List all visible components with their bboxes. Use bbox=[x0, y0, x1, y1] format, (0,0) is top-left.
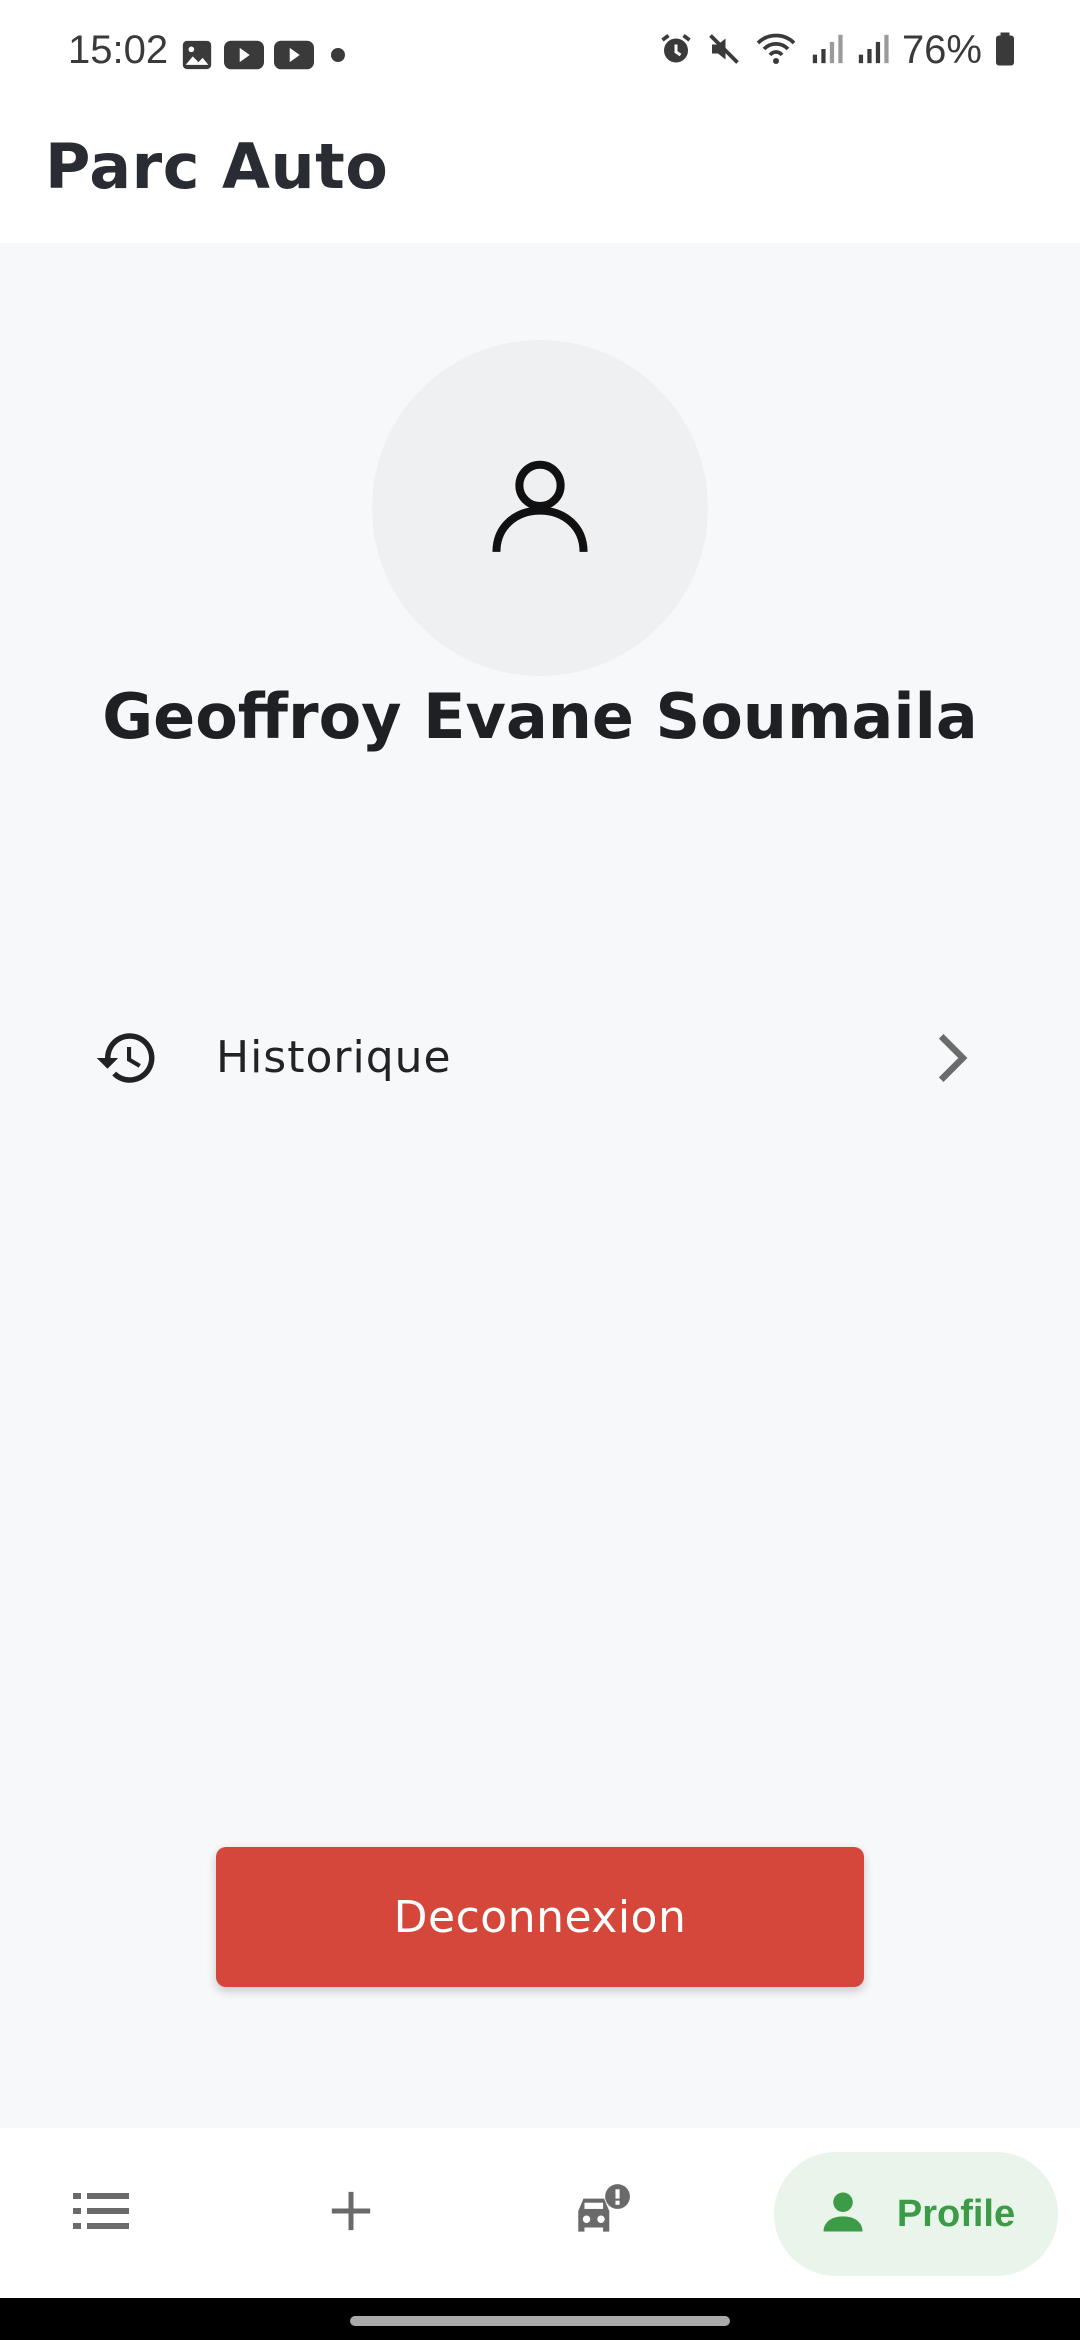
status-notification-icons bbox=[180, 38, 352, 76]
chevron-right-icon bbox=[924, 1030, 980, 1086]
battery-percentage: 76% bbox=[901, 28, 982, 72]
nav-item-add[interactable] bbox=[280, 2128, 422, 2298]
avatar bbox=[372, 340, 708, 676]
history-icon bbox=[90, 1021, 164, 1095]
dot-icon bbox=[324, 39, 352, 75]
youtube-icon bbox=[274, 39, 314, 75]
nav-item-list[interactable] bbox=[30, 2128, 172, 2298]
status-system-icons: 76% bbox=[658, 28, 1016, 73]
person-icon bbox=[817, 2186, 869, 2242]
app-bar: Parc Auto bbox=[0, 110, 1080, 243]
wifi-icon bbox=[754, 31, 798, 71]
alarm-icon bbox=[658, 31, 694, 71]
plus-icon bbox=[328, 2188, 374, 2238]
youtube-icon bbox=[224, 39, 264, 75]
signal-icon bbox=[810, 31, 844, 71]
battery-icon bbox=[994, 31, 1016, 71]
page-title: Parc Auto bbox=[45, 130, 389, 203]
person-outline-icon bbox=[485, 451, 595, 565]
nav-item-profile[interactable]: Profile bbox=[774, 2152, 1058, 2276]
car-alert-icon bbox=[570, 2182, 632, 2244]
bottom-navigation: Profile bbox=[0, 2128, 1080, 2298]
status-time: 15:02 bbox=[68, 28, 169, 72]
list-icon bbox=[73, 2191, 129, 2235]
logout-button[interactable]: Deconnexion bbox=[216, 1847, 864, 1987]
nav-item-label: Profile bbox=[896, 2192, 1016, 2235]
signal-icon bbox=[856, 31, 890, 71]
mute-icon bbox=[706, 31, 742, 71]
user-name: Geoffroy Evane Soumaila bbox=[102, 680, 978, 753]
status-bar: 15:02 76% bbox=[0, 0, 1080, 110]
image-icon bbox=[180, 38, 214, 76]
home-indicator[interactable] bbox=[350, 2316, 730, 2326]
menu-item-historique[interactable]: Historique bbox=[90, 1010, 980, 1105]
nav-item-car-alert[interactable] bbox=[530, 2128, 672, 2298]
menu-item-label: Historique bbox=[216, 1032, 452, 1083]
